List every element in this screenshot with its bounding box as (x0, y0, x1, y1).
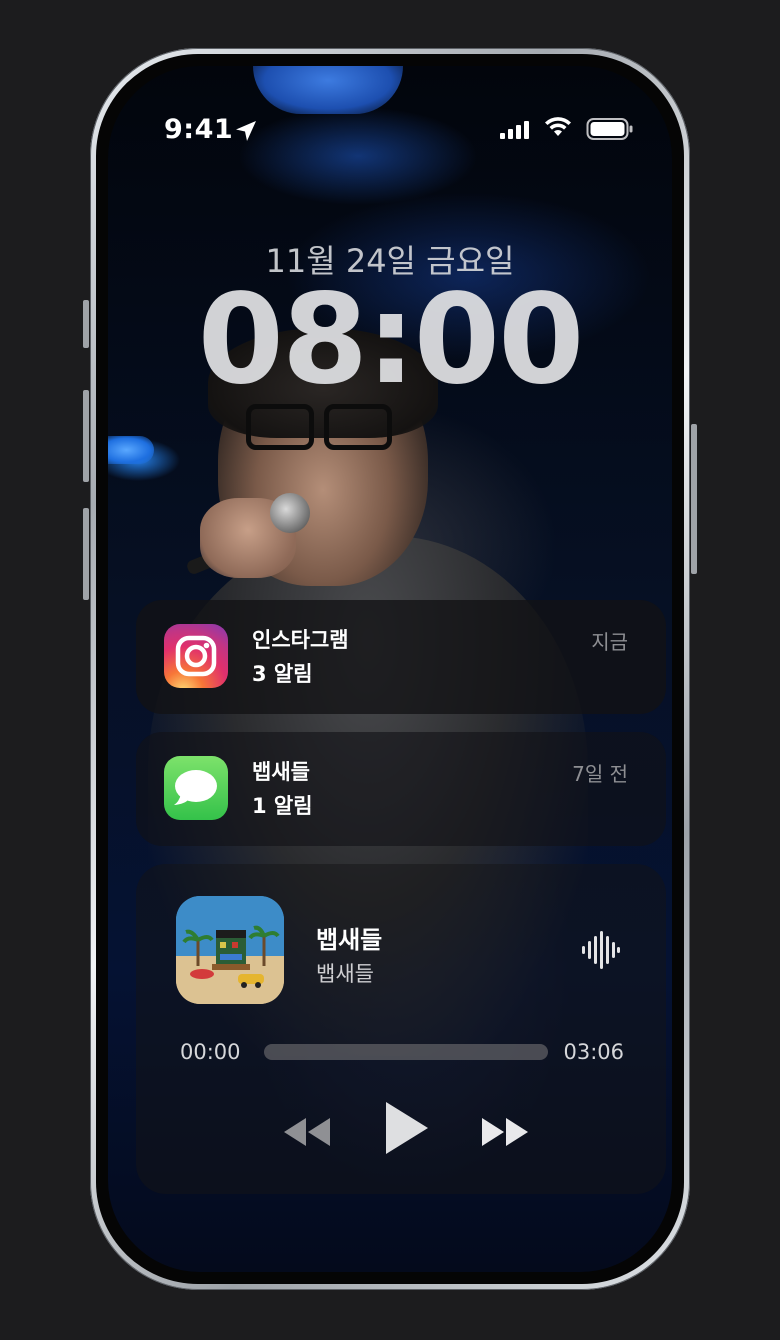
play-icon[interactable] (380, 1100, 432, 1156)
notification-time: 지금 (591, 630, 628, 654)
volume-down-button[interactable] (83, 508, 89, 600)
notification-app-name: 인스타그램 (252, 628, 349, 652)
wallpaper-stage-light (253, 66, 403, 114)
notification-messages[interactable]: 뱁새들 1 알림 7일 전 (136, 732, 666, 846)
battery-icon (586, 118, 633, 140)
phone-bezel: 9:41 11월 24일 금요일 08:00 인스타그램 3 알림 지금 뱁새들… (96, 54, 684, 1284)
fast-forward-icon[interactable] (478, 1112, 530, 1152)
lock-clock: 08:00 (197, 268, 585, 412)
audio-waveform-icon[interactable] (580, 930, 620, 970)
wallpaper-microphone (270, 493, 310, 533)
playback-scrubber[interactable] (264, 1044, 548, 1060)
phone-frame: 9:41 11월 24일 금요일 08:00 인스타그램 3 알림 지금 뱁새들… (90, 48, 690, 1290)
instagram-icon (164, 624, 228, 688)
elapsed-time: 00:00 (180, 1040, 241, 1064)
track-duration: 03:06 (563, 1040, 624, 1064)
track-title: 뱁새들 (316, 926, 383, 954)
wallpaper-side-light (108, 436, 154, 464)
cellular-signal-icon (500, 121, 529, 139)
location-arrow-icon (236, 121, 256, 141)
notification-instagram[interactable]: 인스타그램 3 알림 지금 (136, 600, 666, 714)
wifi-icon (545, 117, 571, 136)
notification-message: 3 알림 (252, 662, 313, 686)
messages-icon (164, 756, 228, 820)
now-playing-widget[interactable]: 뱁새들 뱁새들 00:00 03:06 (136, 864, 666, 1194)
lock-screen: 9:41 11월 24일 금요일 08:00 인스타그램 3 알림 지금 뱁새들… (108, 66, 672, 1272)
volume-up-button[interactable] (83, 390, 89, 482)
notification-app-name: 뱁새들 (252, 760, 310, 784)
power-button[interactable] (691, 424, 697, 574)
notification-time: 7일 전 (572, 762, 628, 786)
track-artist: 뱁새들 (316, 962, 374, 986)
action-button[interactable] (83, 300, 89, 348)
status-time: 9:41 (164, 114, 234, 145)
album-artwork[interactable] (176, 896, 284, 1004)
rewind-icon[interactable] (282, 1112, 334, 1152)
notification-message: 1 알림 (252, 794, 313, 818)
